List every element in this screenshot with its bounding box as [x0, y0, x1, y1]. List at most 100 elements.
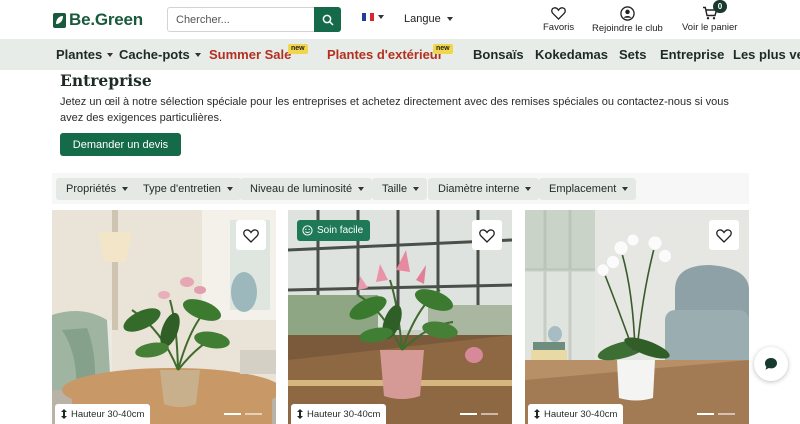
- image-carousel-dots[interactable]: [697, 413, 735, 415]
- height-arrow-icon: [534, 409, 540, 419]
- height-tag: Hauteur 30-40cm: [291, 404, 387, 424]
- cart-label: Voir le panier: [682, 22, 738, 33]
- chevron-down-icon: [226, 187, 233, 191]
- height-tag: Hauteur 30-40cm: [528, 404, 624, 424]
- height-label: Hauteur 30-40cm: [544, 408, 618, 420]
- chevron-down-icon: [358, 187, 365, 191]
- nav-label: Cache-pots: [119, 47, 190, 62]
- heart-icon: [551, 7, 566, 20]
- filter-taille[interactable]: Taille: [372, 178, 428, 200]
- nav-item-entreprise[interactable]: Entreprise: [660, 47, 724, 62]
- carousel-dot[interactable]: [718, 413, 735, 415]
- nav-label: Plantes: [56, 47, 103, 62]
- nav-label: Summer Sale: [209, 47, 292, 62]
- search-bar: [167, 7, 341, 32]
- add-to-favorites-button[interactable]: [709, 220, 739, 250]
- nav-item-plantes[interactable]: Plantes: [56, 47, 114, 62]
- filter-label: Diamètre interne: [438, 183, 520, 195]
- search-icon: [322, 14, 334, 26]
- height-label: Hauteur 30-40cm: [71, 408, 145, 420]
- carousel-dot[interactable]: [460, 413, 477, 415]
- cart-link[interactable]: Voir le panier: [682, 6, 737, 33]
- request-quote-button[interactable]: Demander un devis: [60, 133, 181, 156]
- chevron-down-icon: [122, 187, 129, 191]
- heart-icon: [243, 228, 259, 243]
- country-selector[interactable]: [362, 13, 384, 21]
- carousel-dot[interactable]: [224, 413, 241, 415]
- user-icon: [620, 6, 635, 21]
- favorites-link[interactable]: Favoris: [543, 6, 574, 33]
- nav-label: Plantes d'extérieur: [327, 47, 443, 62]
- filter-label: Emplacement: [549, 183, 617, 195]
- nav-item-cache-pots[interactable]: Cache-pots: [119, 47, 201, 62]
- image-carousel-dots[interactable]: [224, 413, 262, 415]
- add-to-favorites-button[interactable]: [472, 220, 502, 250]
- chat-button[interactable]: [754, 347, 788, 381]
- image-carousel-dots[interactable]: [460, 413, 498, 415]
- cart-count-badge: 0: [713, 0, 727, 13]
- carousel-dot[interactable]: [697, 413, 714, 415]
- brand-name: Be.Green: [69, 10, 143, 29]
- carousel-dot[interactable]: [245, 413, 262, 415]
- france-flag-icon: [362, 13, 374, 21]
- new-badge: new: [288, 44, 308, 54]
- leaf-logo-icon: [53, 12, 66, 28]
- nav-label: Les plus vendus: [733, 47, 800, 62]
- brand-logo[interactable]: Be.Green: [53, 10, 143, 30]
- nav-label: Bonsaïs: [473, 47, 524, 62]
- chevron-down-icon: [446, 17, 453, 21]
- club-label: Rejoindre le club: [592, 23, 663, 34]
- favorites-label: Favoris: [543, 22, 575, 33]
- smiley-icon: [302, 225, 313, 236]
- filter-label: Propriétés: [66, 183, 117, 195]
- easy-care-badge: Soin facile: [297, 220, 371, 241]
- height-arrow-icon: [297, 409, 303, 419]
- nav-label: Sets: [619, 47, 647, 62]
- nav-item-bonsais[interactable]: Bonsaïs: [473, 47, 524, 62]
- filter-diametre-interne[interactable]: Diamètre interne: [428, 178, 540, 200]
- main-navigation: Plantes Cache-pots Summer Sale new Plant…: [0, 39, 800, 70]
- height-arrow-icon: [61, 409, 67, 419]
- filter-label: Niveau de luminosité: [250, 183, 353, 195]
- chevron-down-icon: [413, 187, 420, 191]
- top-header: Be.Green Langue Favoris Rejoind: [0, 0, 800, 39]
- nav-item-les-plus-vendus[interactable]: Les plus vendus: [733, 47, 800, 62]
- filter-bar: Propriétés Type d'entretien Niveau de lu…: [52, 173, 749, 204]
- filter-label: Type d'entretien: [143, 183, 221, 195]
- language-selector[interactable]: Langue: [404, 13, 453, 25]
- chevron-down-icon: [107, 52, 114, 57]
- height-label: Hauteur 30-40cm: [307, 408, 381, 420]
- filter-proprietes[interactable]: Propriétés: [56, 178, 137, 200]
- heart-icon: [716, 228, 732, 243]
- product-card[interactable]: Hauteur 30-40cm: [52, 210, 276, 424]
- chevron-down-icon: [622, 187, 629, 191]
- nav-item-kokedamas[interactable]: Kokedamas: [535, 47, 608, 62]
- heart-icon: [479, 228, 495, 243]
- chevron-down-icon: [378, 15, 384, 19]
- chevron-down-icon: [525, 187, 532, 191]
- product-card[interactable]: Hauteur 30-40cm: [525, 210, 749, 424]
- nav-label: Entreprise: [660, 47, 725, 62]
- nav-item-plantes-exterieur[interactable]: Plantes d'extérieur: [327, 47, 443, 62]
- join-club-link[interactable]: Rejoindre le club: [592, 6, 663, 34]
- nav-label: Kokedamas: [535, 47, 608, 62]
- search-button[interactable]: [314, 7, 341, 32]
- language-label: Langue: [404, 13, 441, 25]
- height-tag: Hauteur 30-40cm: [55, 404, 151, 424]
- new-badge: new: [433, 44, 453, 54]
- search-input[interactable]: [167, 7, 314, 32]
- filter-type-entretien[interactable]: Type d'entretien: [133, 178, 241, 200]
- page-title: Entreprise: [60, 71, 152, 90]
- carousel-dot[interactable]: [481, 413, 498, 415]
- page-description: Jetez un œil à notre sélection spéciale …: [60, 96, 729, 124]
- nav-item-sets[interactable]: Sets: [619, 47, 646, 62]
- chat-bubble-icon: [765, 358, 777, 370]
- easy-care-label: Soin facile: [317, 225, 364, 236]
- chevron-down-icon: [194, 52, 201, 57]
- filter-emplacement[interactable]: Emplacement: [539, 178, 637, 200]
- filter-label: Taille: [382, 183, 408, 195]
- nav-item-summer-sale[interactable]: Summer Sale: [209, 47, 291, 62]
- filter-niveau-luminosite[interactable]: Niveau de luminosité: [240, 178, 373, 200]
- product-card[interactable]: Soin facile Hauteur 30-40cm: [288, 210, 512, 424]
- add-to-favorites-button[interactable]: [236, 220, 266, 250]
